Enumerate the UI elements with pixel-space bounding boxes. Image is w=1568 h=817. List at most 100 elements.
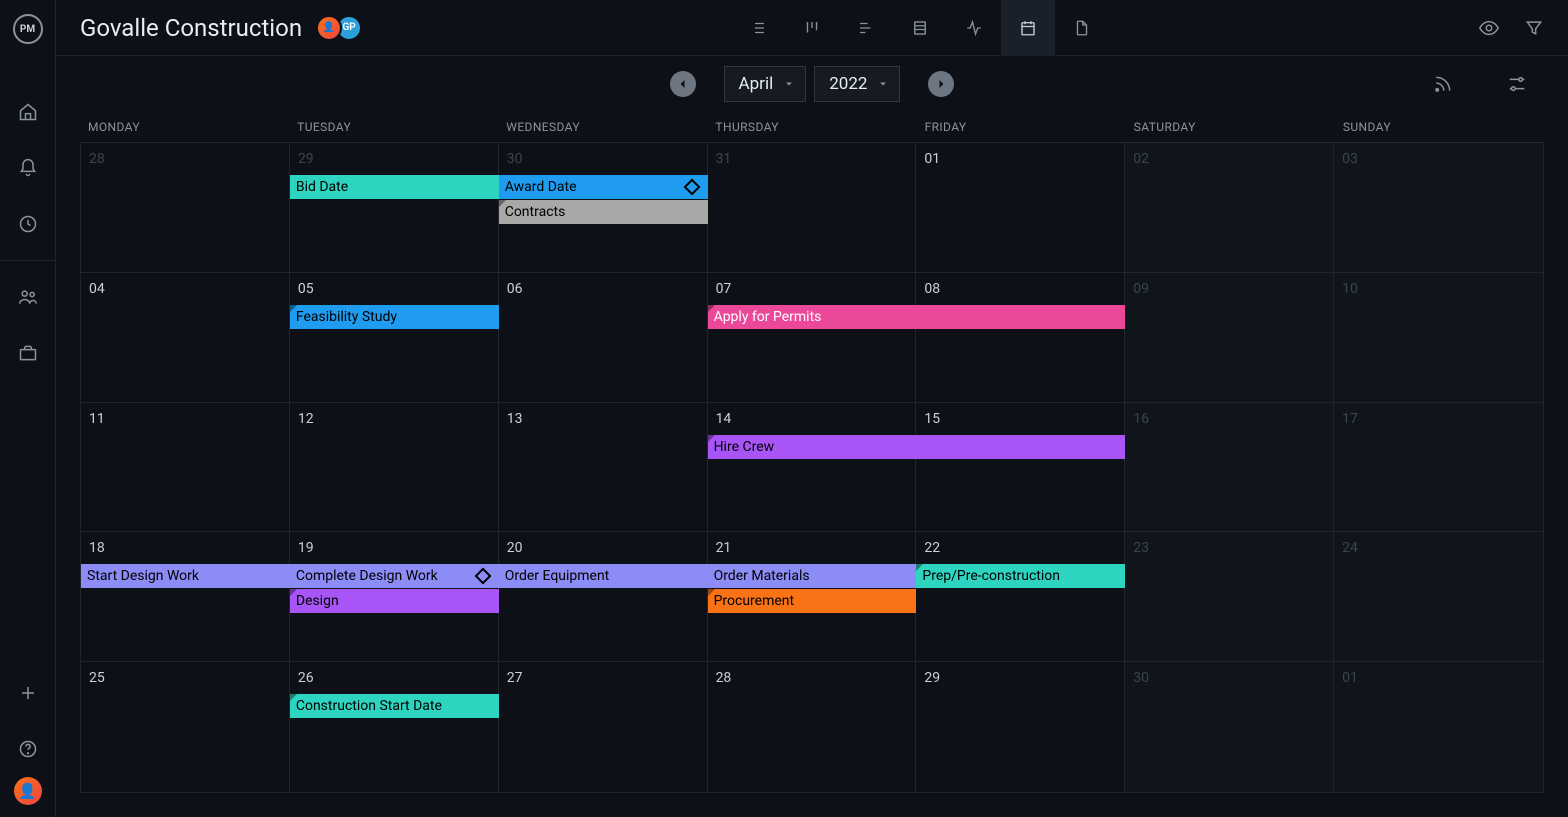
fold-icon [499, 200, 506, 207]
day-number: 06 [507, 281, 699, 297]
calendar-cell[interactable]: 23 [1125, 532, 1334, 662]
calendar-cell[interactable]: 14 [708, 403, 917, 533]
file-view-icon[interactable] [1055, 0, 1109, 56]
calendar-event[interactable]: Bid Date [290, 175, 499, 199]
list-view-icon[interactable] [731, 0, 785, 56]
day-number: 08 [924, 281, 1116, 297]
calendar-cell[interactable]: 13 [499, 403, 708, 533]
view-tabs [731, 0, 1109, 56]
project-title: Govalle Construction [80, 14, 302, 42]
activity-view-icon[interactable] [947, 0, 1001, 56]
calendar-cell[interactable]: 28 [708, 662, 917, 792]
calendar-cell[interactable]: 02 [1125, 143, 1334, 273]
event-label: Order Materials [714, 564, 810, 588]
day-number: 01 [1342, 670, 1535, 686]
rss-icon[interactable] [1416, 56, 1470, 112]
calendar-cell[interactable]: 29 [290, 143, 499, 273]
day-header: FRIDAY [917, 112, 1126, 142]
calendar-event[interactable]: Prep/Pre-construction [916, 564, 1125, 588]
prev-month-button[interactable] [670, 71, 696, 97]
day-number: 13 [507, 411, 699, 427]
calendar-cell[interactable]: 30 [1125, 662, 1334, 792]
month-selector[interactable]: April [724, 66, 807, 102]
event-label: Start Design Work [87, 564, 199, 588]
filter-icon[interactable] [1524, 0, 1544, 56]
calendar-event[interactable]: Construction Start Date [290, 694, 499, 718]
day-number: 23 [1133, 540, 1325, 556]
day-number: 03 [1342, 151, 1535, 167]
calendar-event[interactable]: Procurement [708, 589, 917, 613]
calendar-event[interactable]: Feasibility Study [290, 305, 499, 329]
calendar-event[interactable]: Design [290, 589, 499, 613]
calendar-cell[interactable]: 25 [81, 662, 290, 792]
calendar-cell[interactable]: 10 [1334, 273, 1543, 403]
event-label: Contracts [505, 200, 566, 224]
day-number: 16 [1133, 411, 1325, 427]
settings-sliders-icon[interactable] [1490, 56, 1544, 112]
people-icon[interactable] [8, 277, 48, 317]
day-number: 10 [1342, 281, 1535, 297]
event-label: Procurement [714, 589, 795, 613]
day-header: WEDNESDAY [498, 112, 707, 142]
calendar-view-icon[interactable] [1001, 0, 1055, 56]
calendar-event[interactable]: Complete Design Work [290, 564, 499, 588]
day-number: 26 [298, 670, 490, 686]
top-bar: Govalle Construction 👤 GP [56, 0, 1568, 56]
home-icon[interactable] [8, 92, 48, 132]
calendar-cell[interactable]: 01 [916, 143, 1125, 273]
calendar-cell[interactable]: 06 [499, 273, 708, 403]
day-number: 12 [298, 411, 490, 427]
calendar-cell[interactable]: 08 [916, 273, 1125, 403]
day-number: 25 [89, 670, 281, 686]
calendar-cell[interactable]: 16 [1125, 403, 1334, 533]
gantt-view-icon[interactable] [839, 0, 893, 56]
day-header: THURSDAY [707, 112, 916, 142]
calendar-cell[interactable]: 03 [1334, 143, 1543, 273]
clock-icon[interactable] [8, 204, 48, 244]
calendar-cell[interactable]: 20 [499, 532, 708, 662]
eye-icon[interactable] [1478, 0, 1500, 56]
calendar-cell[interactable]: 18 [81, 532, 290, 662]
sheet-view-icon[interactable] [893, 0, 947, 56]
calendar-event[interactable]: Contracts [499, 200, 708, 224]
briefcase-icon[interactable] [8, 333, 48, 373]
calendar-event[interactable]: Order Equipment [499, 564, 708, 588]
day-number: 09 [1133, 281, 1325, 297]
calendar-cell[interactable]: 24 [1334, 532, 1543, 662]
add-icon[interactable] [8, 673, 48, 713]
calendar-cell[interactable]: 29 [916, 662, 1125, 792]
day-number: 31 [716, 151, 908, 167]
calendar-cell[interactable]: 28 [81, 143, 290, 273]
help-icon[interactable] [8, 729, 48, 769]
member-avatars[interactable]: 👤 GP [322, 15, 362, 41]
fold-icon [708, 589, 715, 596]
calendar-cell[interactable]: 05 [290, 273, 499, 403]
calendar-cell[interactable]: 27 [499, 662, 708, 792]
calendar-event[interactable]: Award Date [499, 175, 708, 199]
calendar-cell[interactable]: 07 [708, 273, 917, 403]
calendar-cell[interactable]: 09 [1125, 273, 1334, 403]
calendar-event[interactable]: Start Design Work [81, 564, 290, 588]
calendar-event[interactable]: Apply for Permits [708, 305, 1126, 329]
app-logo[interactable]: PM [13, 14, 43, 44]
next-month-button[interactable] [928, 71, 954, 97]
year-selector[interactable]: 2022 [814, 66, 900, 102]
calendar-cell[interactable]: 01 [1334, 662, 1543, 792]
day-number: 18 [89, 540, 281, 556]
calendar-cell[interactable]: 31 [708, 143, 917, 273]
board-view-icon[interactable] [785, 0, 839, 56]
calendar-cell[interactable]: 17 [1334, 403, 1543, 533]
user-avatar[interactable]: 👤 [14, 777, 42, 805]
calendar-cell[interactable]: 15 [916, 403, 1125, 533]
bell-icon[interactable] [8, 148, 48, 188]
calendar-cell[interactable]: 26 [290, 662, 499, 792]
calendar-event[interactable]: Hire Crew [708, 435, 1126, 459]
calendar-cell[interactable]: 04 [81, 273, 290, 403]
calendar-grid: 2829303101020304050607080910111213141516… [80, 142, 1544, 793]
calendar-cell[interactable]: 22 [916, 532, 1125, 662]
member-avatar-1[interactable]: 👤 [316, 15, 342, 41]
milestone-diamond-icon [474, 568, 491, 585]
event-label: Construction Start Date [296, 694, 442, 718]
calendar-cell[interactable]: 11 [81, 403, 290, 533]
calendar-cell[interactable]: 12 [290, 403, 499, 533]
